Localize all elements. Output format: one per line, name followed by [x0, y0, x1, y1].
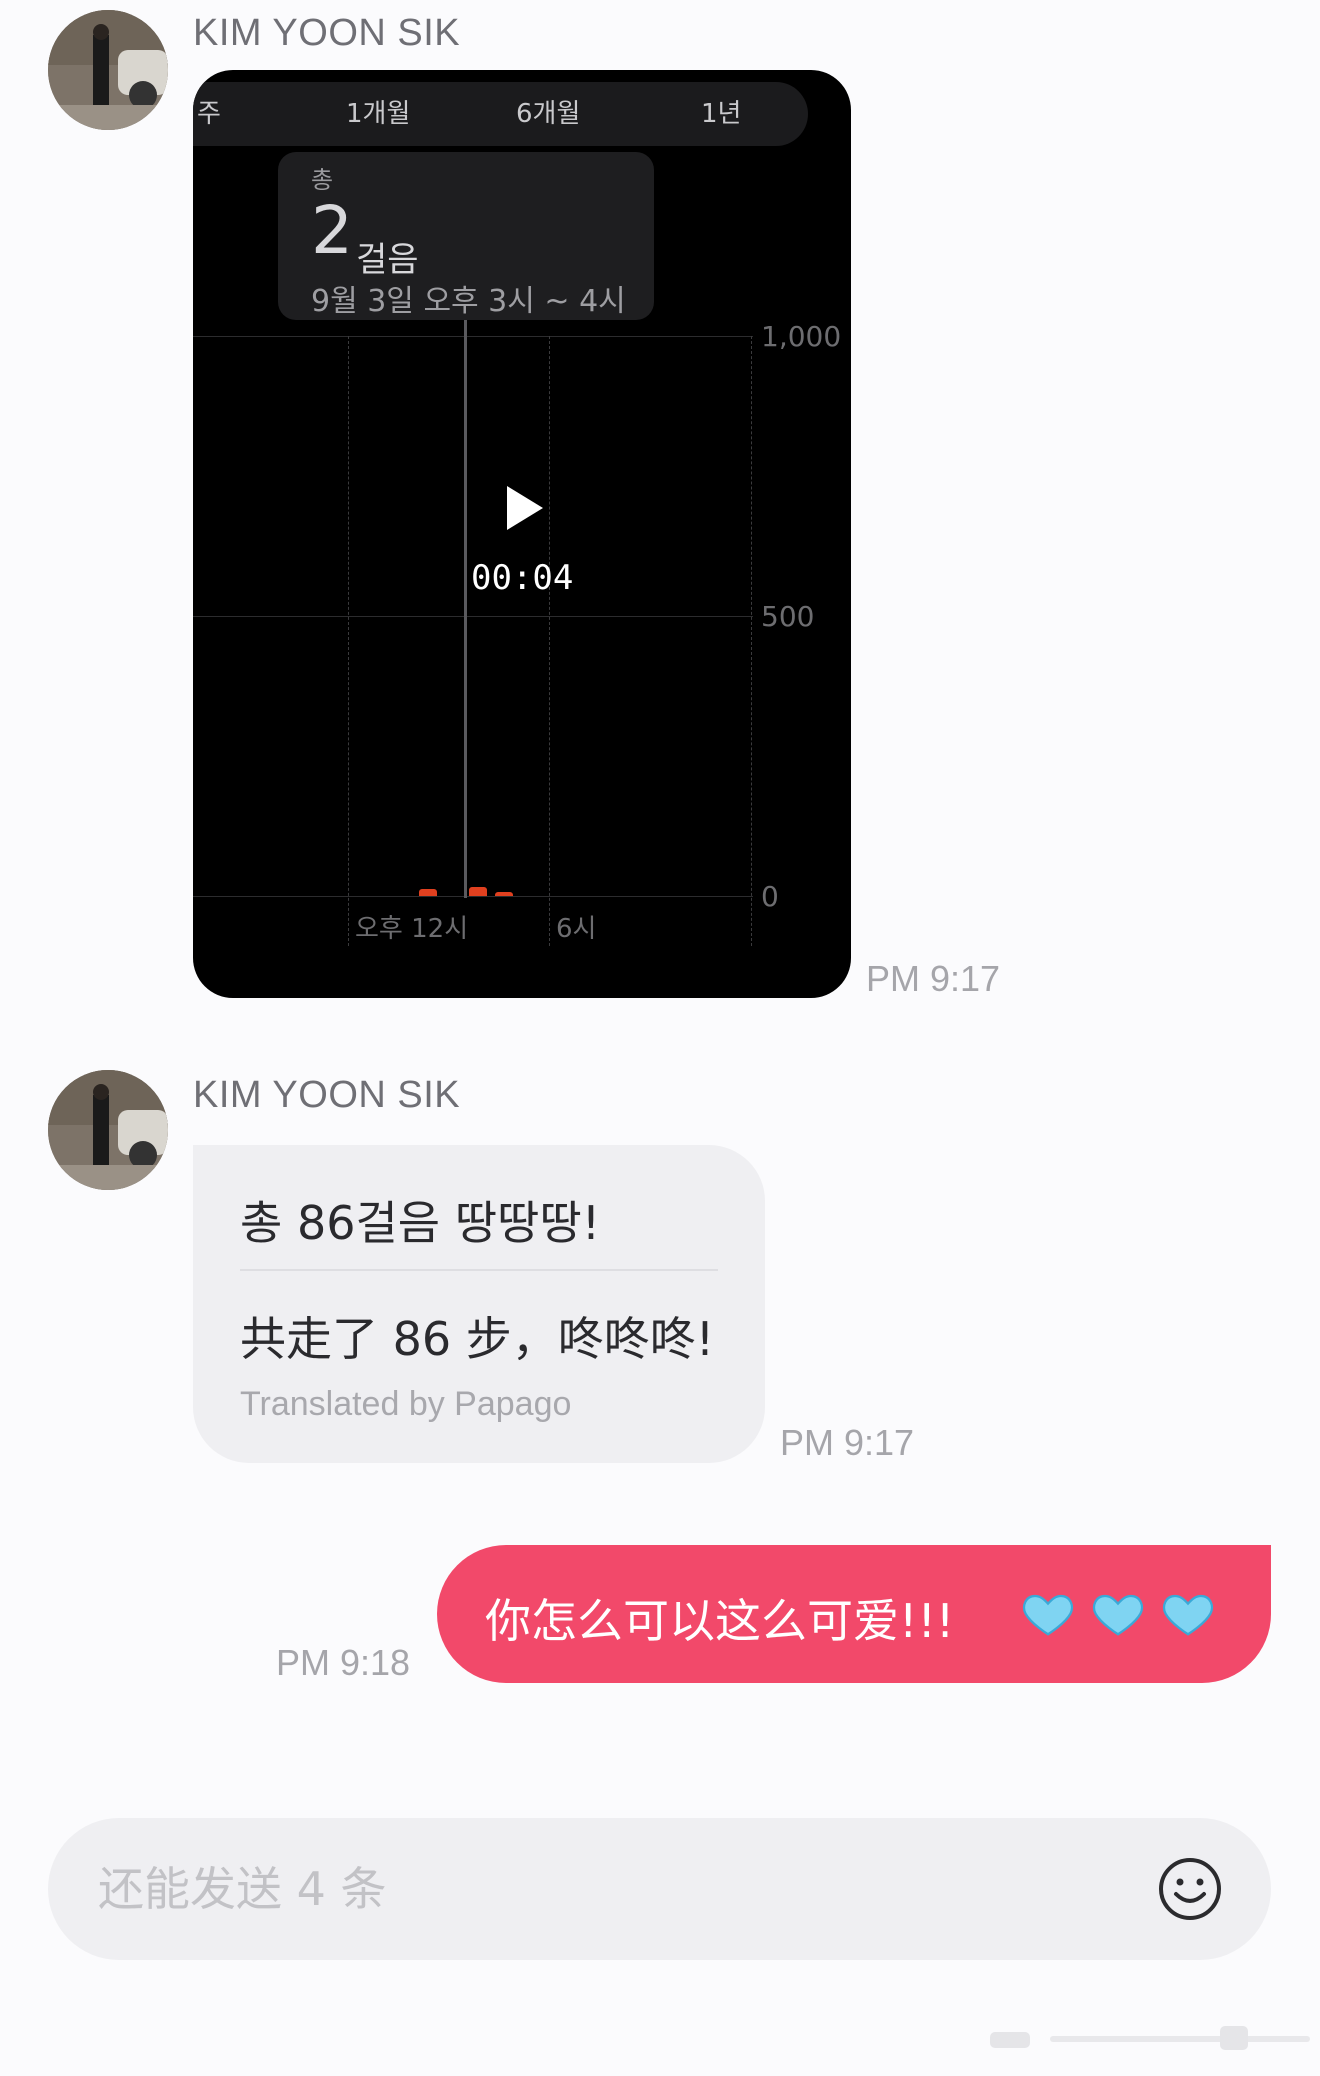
video-duration: 00:04 [471, 558, 574, 598]
translation-divider [240, 1269, 718, 1271]
tooltip-unit: 걸음 [356, 240, 419, 280]
tooltip-date: 9월 3일 오후 3시 ~ 4시 [311, 284, 626, 319]
sender-avatar[interactable] [48, 1070, 168, 1190]
grid-line-v3 [751, 336, 752, 946]
range-tab-6month: 6개월 [516, 99, 581, 129]
step-tooltip: 총 2 걸음 9월 3일 오후 3시 ~ 4시 [278, 152, 654, 320]
watermark-graphic [990, 2026, 1310, 2050]
message-composer [48, 1818, 1271, 1960]
translated-text: 共走了 86 步，咚咚咚! [240, 1312, 715, 1366]
sender-name: KIM YOON SIK [193, 1074, 461, 1116]
blue-heart-icon [1022, 1594, 1074, 1636]
y-tick-0: 0 [761, 880, 779, 913]
step-bar [419, 889, 437, 896]
grid-line-base [193, 896, 753, 897]
message-time: PM 9:18 [276, 1642, 411, 1683]
message-time: PM 9:17 [866, 958, 1001, 999]
sent-message-bubble[interactable]: 你怎么可以这么可爱!!! [437, 1545, 1271, 1683]
y-tick-1000: 1,000 [761, 320, 842, 353]
range-segmented-control: 주 1개월 6개월 1년 [193, 82, 808, 146]
range-tab-week: 주 [197, 99, 221, 129]
received-message-bubble[interactable]: 총 86걸음 땅땅땅! 共走了 86 步，咚咚咚! Translated by … [193, 1145, 765, 1463]
play-icon[interactable] [507, 486, 543, 530]
y-tick-500: 500 [761, 600, 815, 633]
message-text: 你怎么可以这么可爱!!! [485, 1594, 955, 1648]
blue-heart-icon [1162, 1594, 1214, 1636]
avatar-photo [48, 10, 168, 130]
grid-line-v1 [348, 336, 349, 946]
sender-name: KIM YOON SIK [193, 12, 461, 54]
x-tick-noon: 오후 12시 [355, 914, 469, 944]
smiley-icon[interactable] [1157, 1856, 1223, 1922]
message-time: PM 9:17 [780, 1422, 915, 1463]
message-text: 총 86걸음 땅땅땅! [240, 1196, 601, 1250]
message-input[interactable] [96, 1848, 1100, 1930]
step-bar [469, 887, 487, 896]
sender-avatar[interactable] [48, 10, 168, 130]
grid-line-v2 [549, 336, 550, 946]
translation-credit: Translated by Papago [240, 1385, 572, 1423]
avatar-photo [48, 1070, 168, 1190]
range-tab-1month: 1개월 [346, 99, 411, 129]
tooltip-value: 2 [311, 192, 353, 269]
grid-line-top [193, 336, 753, 337]
range-tab-1year: 1년 [701, 99, 742, 129]
tooltip-label: 총 [311, 166, 334, 194]
step-bar [495, 892, 513, 896]
x-tick-6: 6시 [556, 914, 597, 944]
video-message[interactable]: 주 1개월 6개월 1년 1,000 500 0 오후 12시 6시 총 2 걸… [193, 70, 851, 998]
selection-line [464, 320, 467, 898]
blue-heart-icon [1092, 1594, 1144, 1636]
grid-line-mid [193, 616, 753, 617]
